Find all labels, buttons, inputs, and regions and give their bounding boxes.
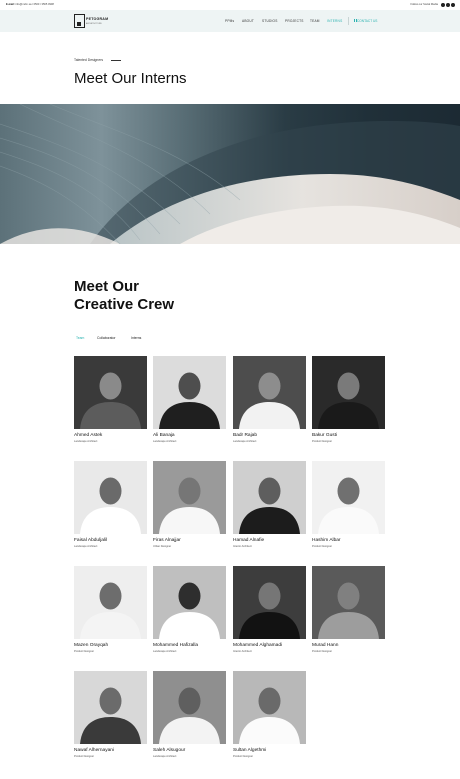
member-name[interactable]: Hashim Albar — [312, 538, 341, 543]
linkedin-icon[interactable] — [451, 2, 455, 7]
member-photo[interactable] — [312, 461, 385, 534]
member-photo[interactable] — [153, 461, 226, 534]
member-name[interactable]: Saleh Alsugour — [153, 748, 185, 753]
member-name[interactable]: Mohammed Alghamadi — [233, 643, 282, 648]
member-role: Landscape Architect — [153, 440, 177, 443]
member-photo[interactable] — [74, 566, 147, 639]
member-photo[interactable] — [312, 566, 385, 639]
nav-item-ppms[interactable]: PPMs — [225, 19, 234, 23]
tab-collaborator[interactable]: Collaborator — [97, 336, 115, 340]
facebook-icon[interactable] — [441, 2, 445, 7]
nav-item-studios[interactable]: STUDIOS — [262, 19, 278, 23]
member-name[interactable]: Nawaf Alhernayani — [74, 748, 114, 753]
nav-divider — [348, 17, 349, 25]
main-navbar: PETOGRAM ARCHITECTURE PPMs ABOUT STUDIOS… — [0, 10, 460, 32]
member-role: Landscape Architect — [153, 650, 177, 653]
member-name[interactable]: Mohammed Hafizalla — [153, 643, 198, 648]
member-name[interactable]: Bakur Gusti — [312, 433, 337, 438]
member-photo[interactable] — [233, 566, 306, 639]
member-role: Interior Architect — [233, 545, 252, 548]
nav-item-interns[interactable]: INTERNS — [327, 19, 342, 23]
top-info-bar: E-mail: info@m2m.sa / 0500 / 3565 0908 F… — [0, 0, 460, 10]
instagram-icon[interactable] — [446, 2, 450, 7]
tab-interns[interactable]: Interns — [131, 336, 141, 340]
contact-us-link[interactable]: CONTACT US — [357, 19, 377, 23]
member-name[interactable]: Badr Rajab — [233, 433, 257, 438]
hero-architecture-image — [0, 104, 460, 244]
member-photo[interactable] — [312, 356, 385, 429]
email-value[interactable]: info@m2m.sa / 0500 / 3565 0908 — [15, 3, 53, 6]
member-name[interactable]: Ali Banaja — [153, 433, 175, 438]
member-photo[interactable] — [153, 356, 226, 429]
member-role: Landscape Architect — [74, 440, 98, 443]
logo-mark-icon — [74, 14, 85, 28]
member-role: Landscape Architect — [74, 545, 98, 548]
member-name[interactable]: Mazen Orayqah — [74, 643, 108, 648]
member-name[interactable]: Faisal Abduljalil — [74, 538, 107, 543]
member-role: Product Designer — [233, 755, 254, 758]
site-logo[interactable]: PETOGRAM ARCHITECTURE — [74, 14, 108, 28]
tab-team[interactable]: Team — [76, 336, 84, 340]
logo-name: PETOGRAM — [86, 17, 109, 21]
member-photo[interactable] — [153, 671, 226, 744]
eyebrow-divider — [111, 60, 121, 61]
nav-item-team[interactable]: TEAM — [310, 19, 320, 23]
member-role: Product Designer — [312, 440, 333, 443]
member-name[interactable]: Ahmed Astek — [74, 433, 102, 438]
member-photo[interactable] — [74, 461, 147, 534]
member-role: Landscape Architect — [153, 755, 177, 758]
member-photo[interactable] — [233, 461, 306, 534]
nav-item-about[interactable]: ABOUT — [242, 19, 254, 23]
email-label: E-mail: — [6, 3, 15, 6]
member-photo[interactable] — [153, 566, 226, 639]
member-name[interactable]: Hamad Alnafie — [233, 538, 264, 543]
member-photo[interactable] — [233, 356, 306, 429]
member-role: Interior Architect — [233, 650, 252, 653]
member-role: Product Designer — [74, 650, 95, 653]
member-name[interactable]: Sultan Algethmi — [233, 748, 266, 753]
member-name[interactable]: Firas Alnajjar — [153, 538, 181, 543]
member-role: Product Designer — [74, 755, 95, 758]
nav-item-projects[interactable]: PROJECTS — [285, 19, 304, 23]
member-photo[interactable] — [74, 356, 147, 429]
member-role: Urban Designer — [153, 545, 172, 548]
crew-title-line1: Meet Our — [74, 278, 140, 295]
contact-info: E-mail: info@m2m.sa / 0500 / 3565 0908 — [6, 3, 54, 6]
member-photo[interactable] — [233, 671, 306, 744]
social-label: Follow our Social Media — [410, 3, 438, 6]
member-photo[interactable] — [74, 671, 147, 744]
member-role: Product Designer — [312, 650, 333, 653]
member-role: Landscape Architect — [233, 440, 257, 443]
page-title: Meet Our Interns — [74, 70, 187, 87]
crew-title-line2: Creative Crew — [74, 296, 175, 313]
member-name[interactable]: Murad Hann — [312, 643, 338, 648]
logo-tagline: ARCHITECTURE — [86, 22, 102, 25]
section-eyebrow: Talented Designers — [74, 58, 104, 62]
hero-curves — [0, 104, 460, 244]
crew-section-title: Meet Our Creative Crew — [74, 278, 174, 314]
member-role: Product Designer — [312, 545, 333, 548]
